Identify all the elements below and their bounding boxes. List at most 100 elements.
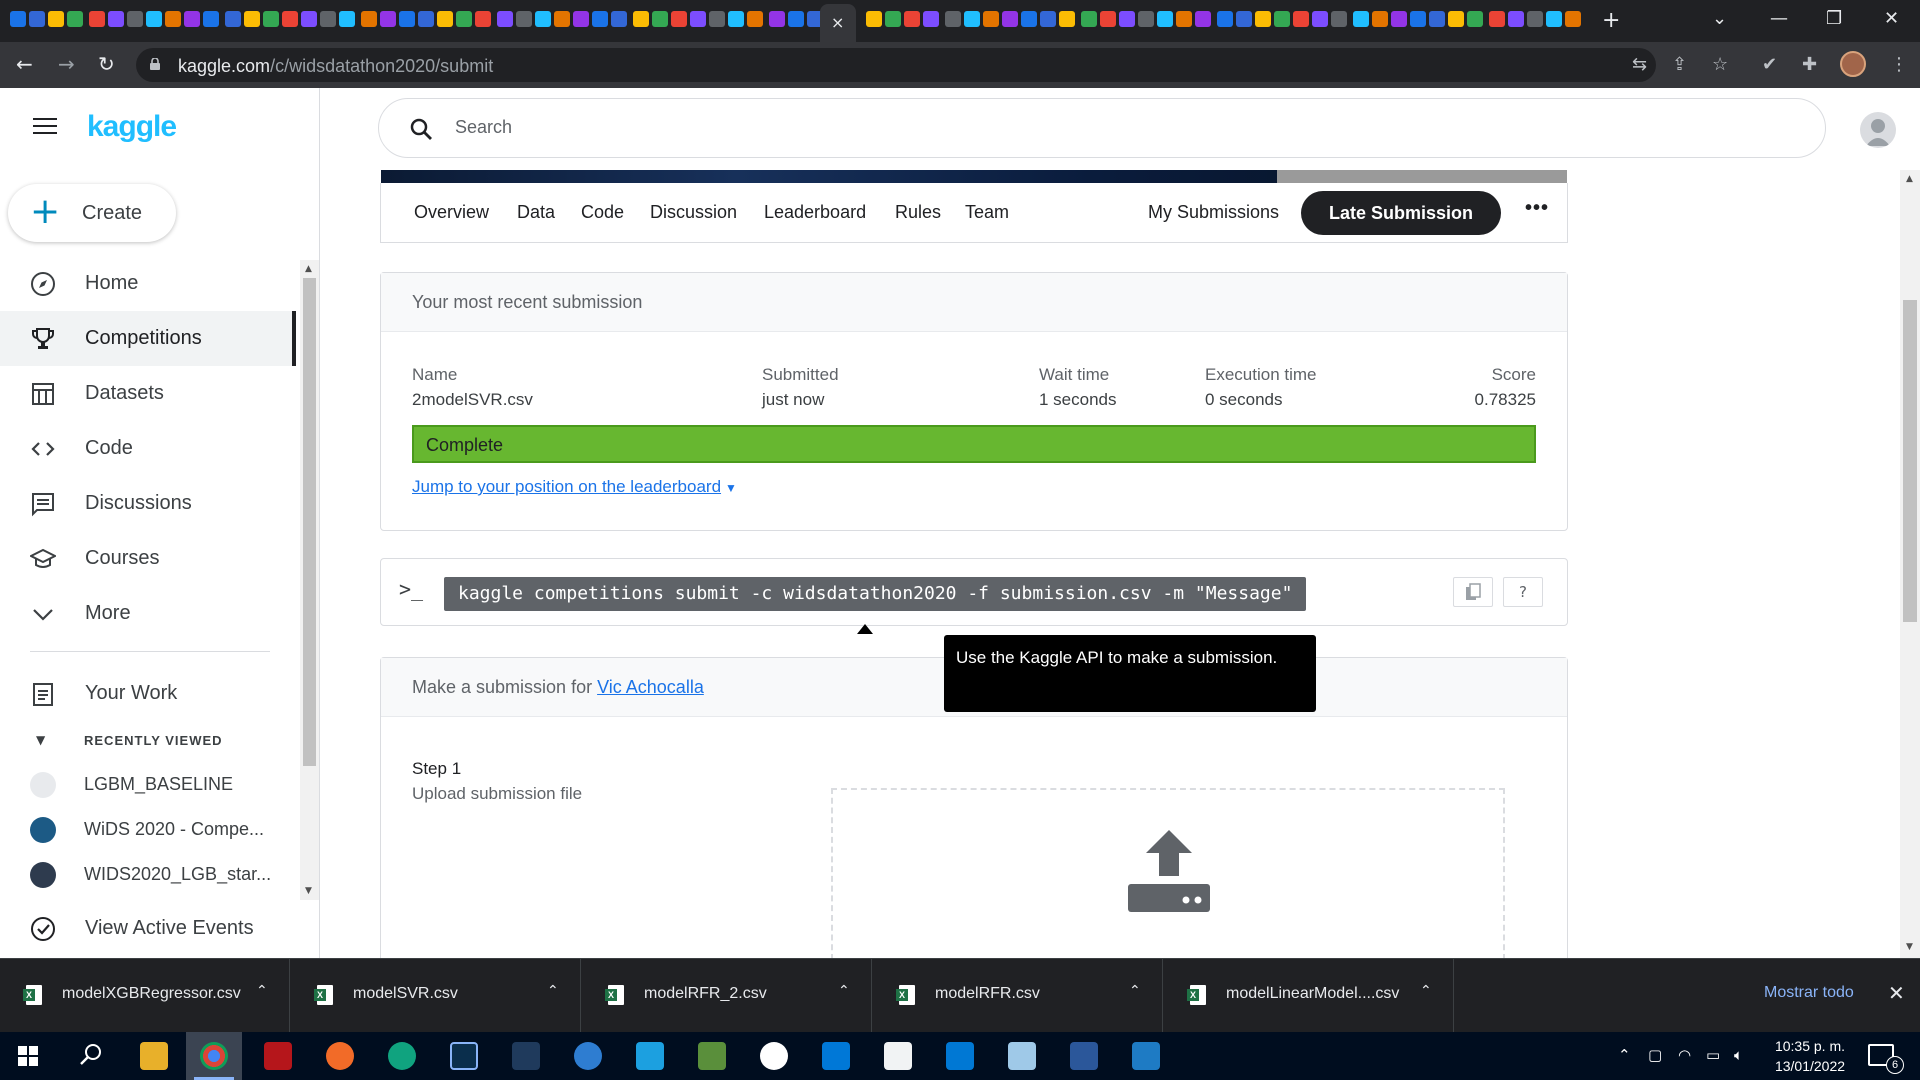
- browser-tab-favicon[interactable]: [1489, 11, 1505, 27]
- mail-icon[interactable]: [946, 1042, 974, 1070]
- tab-code[interactable]: Code: [581, 202, 624, 223]
- browser-tab-favicon[interactable]: [146, 11, 162, 27]
- r-app-icon[interactable]: [698, 1042, 726, 1070]
- sidebar-item-more[interactable]: More: [0, 586, 296, 641]
- notepad-icon[interactable]: [884, 1042, 912, 1070]
- bookmark-star-icon[interactable]: ☆: [1712, 54, 1728, 75]
- collapse-caret-icon[interactable]: ▼: [36, 733, 45, 747]
- browser-tab-favicon[interactable]: [497, 11, 513, 27]
- browser-tab-favicon[interactable]: [1195, 11, 1211, 27]
- browser-tab-favicon[interactable]: [516, 11, 532, 27]
- browser-tab-favicon[interactable]: [437, 11, 453, 27]
- download-item[interactable]: modelXGBRegressor.csv ⌃: [0, 959, 290, 1033]
- browser-tab-favicon[interactable]: [1293, 11, 1309, 27]
- chevron-up-icon[interactable]: ⌃: [1129, 983, 1141, 999]
- hamburger-menu-icon[interactable]: [33, 118, 57, 136]
- chevron-up-icon[interactable]: ⌃: [256, 983, 268, 999]
- browser-tab-favicon[interactable]: [769, 11, 785, 27]
- show-all-downloads-button[interactable]: Mostrar todo: [1764, 984, 1854, 1002]
- browser-tab-favicon[interactable]: [1002, 11, 1018, 27]
- browser-tab-favicon[interactable]: [380, 11, 396, 27]
- browser-tab-favicon[interactable]: [108, 11, 124, 27]
- browser-tab-favicon[interactable]: [244, 11, 260, 27]
- sidebar-item-home[interactable]: Home: [0, 256, 296, 311]
- browser-tab-favicon[interactable]: [301, 11, 317, 27]
- recent-item[interactable]: LGBM_BASELINE: [0, 764, 296, 808]
- browser-tab-favicon[interactable]: [399, 11, 415, 27]
- chevron-up-icon[interactable]: ⌃: [547, 983, 559, 999]
- meet-now-icon[interactable]: ▢: [1648, 1046, 1662, 1064]
- browser-tab-favicon[interactable]: [1021, 11, 1037, 27]
- browser-tab-favicon[interactable]: [573, 11, 589, 27]
- browser-tab-favicon[interactable]: [788, 11, 804, 27]
- create-button[interactable]: + Create: [8, 184, 176, 242]
- moon-app-icon[interactable]: [574, 1042, 602, 1070]
- browser-tab-favicon[interactable]: [904, 11, 920, 27]
- wordpress-app-icon[interactable]: [760, 1042, 788, 1070]
- forward-icon[interactable]: →: [58, 52, 75, 76]
- browser-tab-favicon[interactable]: [633, 11, 649, 27]
- browser-tab-favicon[interactable]: [361, 11, 377, 27]
- browser-tab-favicon[interactable]: [263, 11, 279, 27]
- browser-menu-icon[interactable]: ⋮: [1890, 54, 1908, 75]
- photos-icon[interactable]: [1132, 1042, 1160, 1070]
- tab-discussion[interactable]: Discussion: [650, 202, 737, 223]
- browser-tab-favicon[interactable]: [165, 11, 181, 27]
- browser-tab-favicon[interactable]: [652, 11, 668, 27]
- tab-data[interactable]: Data: [517, 202, 555, 223]
- search-input[interactable]: [455, 117, 1455, 138]
- reload-icon[interactable]: ↻: [98, 52, 115, 76]
- browser-tab-favicon[interactable]: [1527, 11, 1543, 27]
- browser-tab-favicon[interactable]: [1274, 11, 1290, 27]
- tab-leaderboard[interactable]: Leaderboard: [764, 202, 866, 223]
- chevron-up-icon[interactable]: ⌃: [838, 983, 850, 999]
- browser-tab-favicon[interactable]: [923, 11, 939, 27]
- browser-tab-favicon[interactable]: [611, 11, 627, 27]
- browser-tab-favicon[interactable]: [282, 11, 298, 27]
- word-icon[interactable]: [1070, 1042, 1098, 1070]
- filezilla-icon[interactable]: [264, 1042, 292, 1070]
- browser-tab-favicon[interactable]: [1448, 11, 1464, 27]
- close-tab-icon[interactable]: ×: [831, 13, 844, 32]
- browser-tab-favicon[interactable]: [89, 11, 105, 27]
- tray-overflow-icon[interactable]: ⌃: [1618, 1046, 1631, 1064]
- user-avatar[interactable]: [1860, 112, 1896, 148]
- browser-tab-favicon[interactable]: [203, 11, 219, 27]
- rstudio-icon[interactable]: [512, 1042, 540, 1070]
- scroll-up-arrow-icon[interactable]: ▲: [305, 264, 312, 274]
- browser-tab-favicon[interactable]: [127, 11, 143, 27]
- sidebar-scrollbar-thumb[interactable]: [303, 278, 316, 766]
- browser-tab-favicon[interactable]: [671, 11, 687, 27]
- browser-tab-favicon[interactable]: [29, 11, 45, 27]
- browser-tab-favicon[interactable]: [1312, 11, 1328, 27]
- browser-tab-favicon[interactable]: [1040, 11, 1056, 27]
- search-bar[interactable]: [378, 98, 1826, 158]
- browser-tab-favicon[interactable]: [184, 11, 200, 27]
- browser-tab-favicon[interactable]: [1429, 11, 1445, 27]
- chevron-up-icon[interactable]: ⌃: [1420, 983, 1432, 999]
- browser-tab-favicon[interactable]: [885, 11, 901, 27]
- sidebar-item-discussions[interactable]: Discussions: [0, 476, 296, 531]
- browser-tab-favicon[interactable]: [592, 11, 608, 27]
- browser-tab-favicon[interactable]: [1508, 11, 1524, 27]
- browser-tab-favicon[interactable]: [983, 11, 999, 27]
- url-text[interactable]: kaggle.com/c/widsdatathon2020/submit: [178, 56, 493, 77]
- api-command-text[interactable]: kaggle competitions submit -c widsdatath…: [444, 577, 1307, 611]
- browser-tab-favicon[interactable]: [10, 11, 26, 27]
- back-icon[interactable]: ←: [16, 52, 33, 76]
- my-submissions-link[interactable]: My Submissions: [1148, 202, 1279, 223]
- more-options-icon[interactable]: •••: [1525, 197, 1549, 220]
- recent-item[interactable]: WiDS 2020 - Compe...: [0, 809, 296, 853]
- tab-rules[interactable]: Rules: [895, 202, 941, 223]
- windows-start-icon[interactable]: [18, 1046, 38, 1066]
- late-submission-button[interactable]: Late Submission: [1301, 191, 1501, 235]
- sidebar-item-view-active-events[interactable]: View Active Events: [0, 901, 296, 956]
- page-scroll-up-icon[interactable]: ▲: [1906, 174, 1913, 184]
- browser-tab-favicon[interactable]: [1353, 11, 1369, 27]
- new-tab-button[interactable]: +: [1602, 8, 1620, 33]
- download-item[interactable]: modelSVR.csv ⌃: [291, 959, 581, 1033]
- scroll-down-arrow-icon[interactable]: ▼: [305, 886, 312, 896]
- tab-team[interactable]: Team: [965, 202, 1009, 223]
- browser-tab-favicon[interactable]: [1119, 11, 1135, 27]
- recent-item[interactable]: WIDS2020_LGB_star...: [0, 854, 296, 898]
